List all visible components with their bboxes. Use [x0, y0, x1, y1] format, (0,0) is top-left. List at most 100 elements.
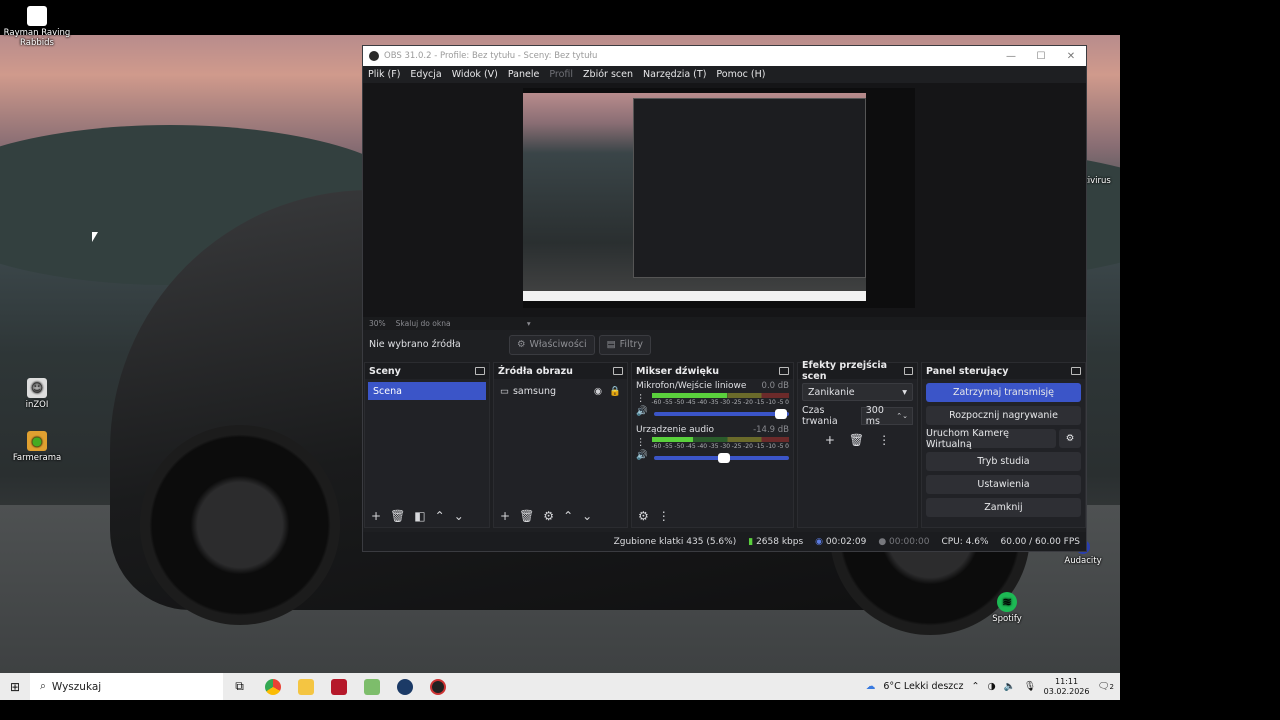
more-icon[interactable]: ⋮ [636, 437, 646, 448]
menu-profile[interactable]: Profil [549, 69, 573, 80]
duration-spinbox[interactable]: 300 ms ⌃⌄ [860, 405, 913, 427]
meter-tick: -5 [777, 443, 784, 450]
network-icon[interactable]: ◑ [987, 681, 995, 692]
eye-icon[interactable]: ◉ [594, 386, 602, 397]
spin-arrows-icon[interactable]: ⌃⌄ [896, 412, 908, 420]
gear-icon[interactable]: ⚙ [543, 509, 554, 523]
virtual-camera-settings-button[interactable]: ⚙ [1059, 429, 1081, 448]
exit-button[interactable]: Zamknij [926, 498, 1081, 517]
undock-icon[interactable] [779, 367, 789, 375]
meter-tick: -45 [685, 443, 696, 450]
scene-item[interactable]: Scena [368, 382, 486, 400]
taskbar-app-green[interactable] [355, 673, 388, 700]
trash-icon[interactable]: 🗑 [519, 509, 534, 523]
add-icon[interactable]: + [371, 509, 381, 523]
studio-mode-button[interactable]: Tryb studia [926, 452, 1081, 471]
preview-area[interactable] [363, 83, 1086, 319]
volume-slider[interactable] [653, 453, 789, 463]
desktop-icon-spotify[interactable]: ≋ Spotify [970, 592, 1044, 624]
window-titlebar[interactable]: OBS 31.0.2 - Profile: Bez tytułu - Sceny… [363, 46, 1086, 66]
speaker-icon[interactable]: 🔊 [636, 406, 648, 417]
volume-slider[interactable] [653, 409, 789, 419]
start-button[interactable]: ⊞ [0, 680, 30, 694]
notifications-icon[interactable]: 🗨2 [1097, 681, 1114, 692]
minimize-icon[interactable]: — [996, 51, 1026, 62]
more-icon[interactable]: ⋮ [878, 433, 890, 447]
chevron-up-icon[interactable]: ⌃ [563, 509, 573, 523]
taskbar-chrome[interactable] [256, 673, 289, 700]
stop-streaming-button[interactable]: Zatrzymaj transmisję [926, 383, 1081, 402]
menu-file[interactable]: Plik (F) [368, 69, 400, 80]
taskbar-obs[interactable] [421, 673, 454, 700]
scale-bar: 30% Skaluj do okna ▾ [363, 317, 1086, 330]
chevron-up-icon[interactable]: ⌃ [971, 681, 979, 692]
weather-icon[interactable]: ☁ [866, 681, 876, 692]
filter-icon: ▤ [606, 339, 616, 350]
filters-button[interactable]: ▤ Filtry [598, 334, 651, 355]
chevron-down-icon[interactable]: ⌄ [454, 509, 464, 523]
trash-icon[interactable]: 🗑 [390, 509, 405, 523]
channel-name: Urządzenie audio [636, 425, 715, 435]
start-recording-button[interactable]: Rozpocznij nagrywanie [926, 406, 1081, 425]
folder-icon [297, 678, 314, 695]
taskbar-search[interactable]: ⌕ Wyszukaj [30, 673, 223, 700]
properties-button[interactable]: ⚙ Właściwości [509, 334, 595, 355]
filter-icon[interactable]: ◧ [414, 509, 425, 523]
taskbar-steam[interactable] [388, 673, 421, 700]
mixer-channel: Mikrofon/Wejście liniowe 0.0 dB ⋮ -60 -55… [632, 379, 793, 419]
settings-button[interactable]: Ustawienia [926, 475, 1081, 494]
source-item[interactable]: ▭ samsung ◉ 🔒 [500, 382, 621, 400]
trash-icon[interactable]: 🗑 [849, 433, 864, 447]
screen: Rayman Raving Rabbids ☺ inZOI ● Farmeram… [0, 0, 1280, 720]
more-icon[interactable]: ⋮ [636, 393, 646, 404]
no-source-label: Nie wybrano źródła [369, 339, 461, 350]
menu-edit[interactable]: Edycja [410, 69, 441, 80]
menu-scene-collection[interactable]: Zbiór scen [583, 69, 633, 80]
preview-canvas[interactable] [523, 88, 915, 308]
transition-dropdown[interactable]: Zanikanie ▾ [802, 383, 913, 401]
taskbar-explorer[interactable] [289, 673, 322, 700]
desktop-icon-farmerama[interactable]: ● Farmerama [0, 431, 74, 463]
dropped-frames: Zgubione klatki 435 (5.6%) [613, 536, 737, 547]
weather[interactable]: 6°C Lekki deszcz [883, 681, 963, 692]
meter-tick: -10 [766, 399, 776, 406]
maximize-icon[interactable]: ☐ [1026, 51, 1056, 62]
bitrate: ▮ 2658 kbps [748, 536, 804, 547]
desktop-icon-rayman[interactable]: Rayman Raving Rabbids [0, 6, 74, 48]
menu-view[interactable]: Widok (V) [452, 69, 498, 80]
virtual-camera-button[interactable]: Uruchom Kamerę Wirtualną [926, 428, 1056, 450]
chevron-down-icon[interactable]: ⌄ [582, 509, 592, 523]
desktop-icon-inzoi[interactable]: ☺ inZOI [0, 378, 74, 410]
scale-mode-dropdown[interactable]: Skaluj do okna ▾ [396, 319, 531, 328]
microphone-icon[interactable]: 🎙 [1024, 681, 1036, 692]
taskbar: ⊞ ⌕ Wyszukaj ⧉ ☁ 6°C Lekki deszcz ⌃ ◑ 🔈 … [0, 673, 1120, 700]
undock-icon[interactable] [475, 367, 485, 375]
meter-tick: -10 [766, 443, 776, 450]
add-icon[interactable]: + [825, 433, 835, 447]
signal-icon: ▮ [748, 536, 754, 547]
channel-name: Mikrofon/Wejście liniowe [636, 381, 747, 391]
add-icon[interactable]: + [500, 509, 510, 523]
chevron-down-icon: ▾ [526, 319, 531, 328]
clock[interactable]: 11:11 03.02.2026 [1044, 677, 1090, 697]
gear-icon[interactable]: ⚙ [638, 509, 649, 523]
task-view-icon: ⧉ [235, 679, 244, 693]
undock-icon[interactable] [903, 367, 913, 375]
volume-icon[interactable]: 🔈 [1004, 681, 1016, 692]
meter-tick: -20 [743, 399, 753, 406]
undock-icon[interactable] [613, 367, 623, 375]
channel-db: 0.0 dB [761, 381, 789, 391]
lock-icon[interactable]: 🔒 [609, 386, 621, 397]
system-tray: ☁ 6°C Lekki deszcz ⌃ ◑ 🔈 🎙 11:11 03.02.2… [866, 677, 1120, 697]
more-icon[interactable]: ⋮ [658, 509, 670, 523]
speaker-icon[interactable]: 🔊 [636, 450, 648, 461]
menu-help[interactable]: Pomoc (H) [716, 69, 765, 80]
chevron-up-icon[interactable]: ⌃ [435, 509, 445, 523]
close-icon[interactable]: ✕ [1056, 51, 1086, 62]
undock-icon[interactable] [1071, 367, 1081, 375]
menu-tools[interactable]: Narzędzia (T) [643, 69, 706, 80]
task-view-button[interactable]: ⧉ [223, 673, 256, 700]
dock-header: Efekty przejścia scen [798, 360, 917, 382]
menu-docks[interactable]: Panele [508, 69, 539, 80]
taskbar-app-red[interactable] [322, 673, 355, 700]
